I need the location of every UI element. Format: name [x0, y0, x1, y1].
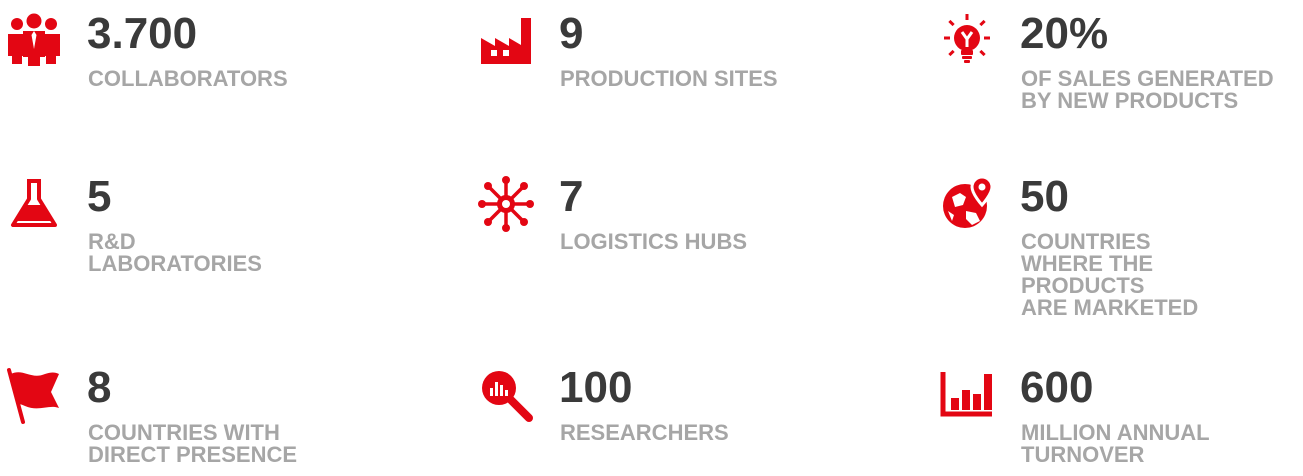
- stat-value: 7: [559, 172, 584, 221]
- globe-pin-icon: [938, 175, 996, 233]
- stat-label: COLLABORATORS: [88, 66, 288, 91]
- stat-value: 600: [1020, 363, 1094, 412]
- factory-icon: [477, 12, 535, 70]
- stat-value: 20%: [1020, 9, 1109, 58]
- stat-value: 100: [559, 363, 633, 412]
- stat-label: PRODUCTION SITES: [560, 66, 778, 91]
- stat-label: MILLION ANNUAL TURNOVER: [1021, 420, 1210, 467]
- flask-icon: [5, 175, 63, 233]
- stat-value: 3.700: [87, 9, 198, 58]
- people-icon: [5, 12, 63, 70]
- magnifier-chart-icon: [477, 366, 535, 424]
- stat-value: 50: [1020, 172, 1069, 221]
- stat-label: RESEARCHERS: [560, 420, 729, 445]
- stat-value: 8: [87, 363, 112, 412]
- stat-value: 9: [559, 9, 584, 58]
- stat-label: R&D LABORATORIES: [88, 229, 262, 276]
- stat-label: COUNTRIES WHERE THE PRODUCTS ARE MARKETE…: [1021, 229, 1199, 320]
- flag-icon: [5, 366, 63, 424]
- stat-label: COUNTRIES WITH DIRECT PRESENCE: [88, 420, 298, 467]
- stat-label: OF SALES GENERATED BY NEW PRODUCTS: [1021, 66, 1274, 113]
- bar-chart-icon: [938, 366, 996, 424]
- lightbulb-icon: [938, 12, 996, 70]
- stat-label: LOGISTICS HUBS: [560, 229, 748, 254]
- stat-value: 5: [87, 172, 112, 221]
- network-hub-icon: [477, 175, 535, 233]
